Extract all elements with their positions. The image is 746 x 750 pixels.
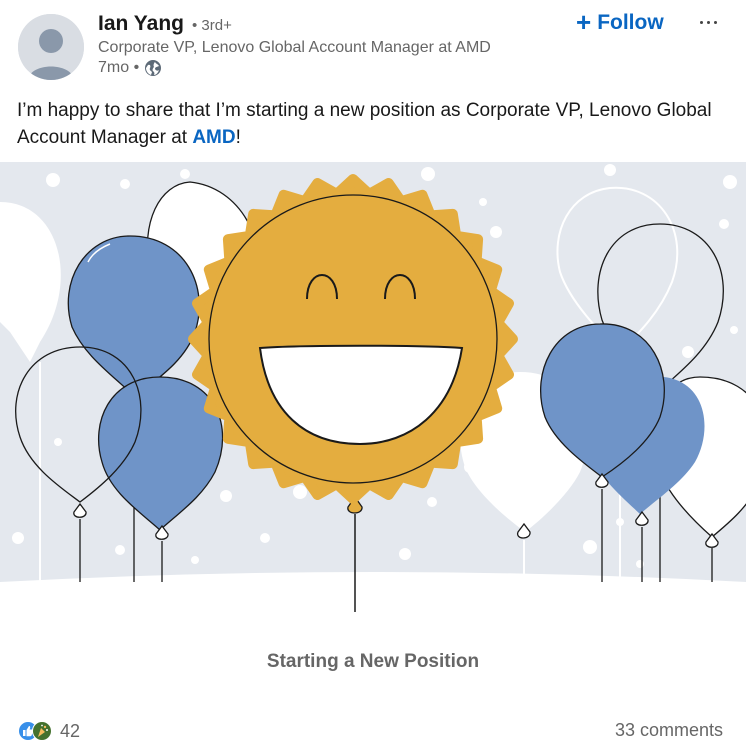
follow-button[interactable]: + Follow <box>566 6 674 40</box>
globe-icon[interactable] <box>144 59 162 77</box>
actor-avatar[interactable] <box>18 14 84 80</box>
post-text-body: I’m happy to share that I’m starting a n… <box>17 100 712 148</box>
reaction-count: 42 <box>60 720 81 741</box>
plus-icon: + <box>576 7 592 37</box>
avatar-placeholder-icon <box>18 14 84 80</box>
follow-label: Follow <box>597 11 664 34</box>
reactions-summary[interactable]: 42 <box>18 720 80 742</box>
company-mention-link[interactable]: AMD <box>192 127 235 148</box>
feed-post: Ian Yang • 3rd+ Corporate VP, Lenovo Glo… <box>0 0 746 750</box>
post-meta: 7mo • <box>98 59 162 77</box>
reaction-icons <box>18 720 56 742</box>
celebration-illustration <box>0 162 746 612</box>
image-caption: Starting a New Position <box>266 651 480 672</box>
comments-count-link[interactable]: 33 comments <box>615 720 723 741</box>
actor-name[interactable]: Ian Yang <box>98 12 184 36</box>
actor-headline: Corporate VP, Lenovo Global Account Mana… <box>98 39 491 56</box>
post-time: 7mo • <box>98 59 140 76</box>
post-text: I’m happy to share that I’m starting a n… <box>17 97 729 151</box>
connection-degree: • 3rd+ <box>192 17 232 34</box>
post-text-end: ! <box>235 127 241 148</box>
celebrate-icon <box>32 721 52 741</box>
ellipsis-icon[interactable] <box>692 10 724 34</box>
post-image[interactable] <box>0 162 746 612</box>
